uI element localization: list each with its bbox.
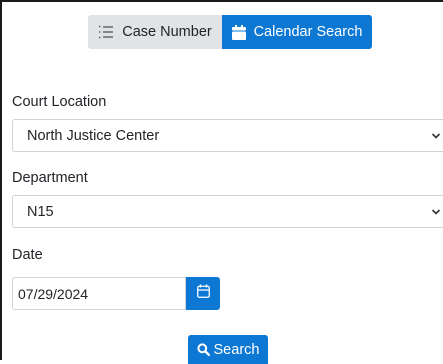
date-label: Date — [12, 247, 43, 263]
chevron-down-icon — [431, 208, 441, 216]
search-icon — [196, 343, 210, 356]
department-value: N15 — [27, 203, 54, 220]
page-frame: Case Number Calendar Search Court Locati… — [0, 0, 443, 364]
date-value: 07/29/2024 — [18, 285, 89, 302]
list-icon — [98, 25, 114, 39]
date-input[interactable]: 07/29/2024 — [12, 277, 186, 310]
calendar-outline-icon — [196, 284, 210, 303]
chevron-down-icon — [431, 132, 441, 140]
court-location-value: North Justice Center — [27, 127, 160, 144]
court-location-select[interactable]: North Justice Center — [12, 119, 443, 152]
tab-case-number[interactable]: Case Number — [88, 15, 222, 49]
tab-case-number-label: Case Number — [122, 24, 212, 40]
search-button-label: Search — [213, 341, 260, 358]
tab-calendar-search[interactable]: Calendar Search — [222, 15, 372, 49]
search-mode-tabs: Case Number Calendar Search — [88, 15, 372, 49]
date-picker-button[interactable] — [186, 277, 220, 310]
tab-calendar-search-label: Calendar Search — [253, 24, 363, 40]
department-label: Department — [12, 170, 88, 186]
department-select[interactable]: N15 — [12, 195, 443, 228]
court-location-label: Court Location — [12, 94, 107, 110]
calendar-icon — [231, 24, 246, 40]
